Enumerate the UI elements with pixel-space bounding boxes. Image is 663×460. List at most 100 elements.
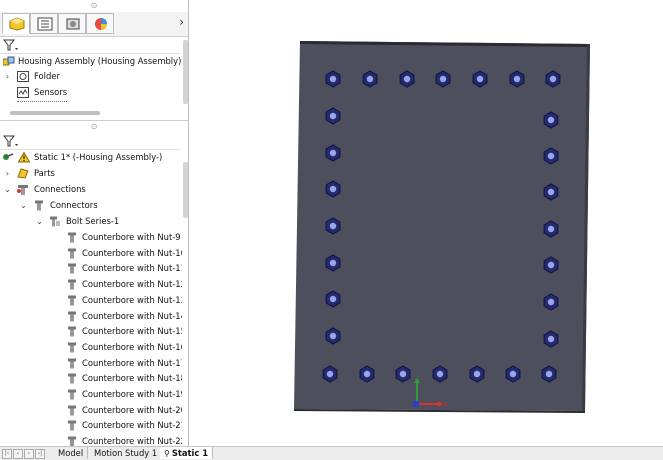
bolt-hole bbox=[549, 75, 557, 83]
bolt-hole bbox=[547, 188, 555, 196]
bolt-hole bbox=[329, 75, 337, 83]
tree-item-bolt[interactable]: Counterbore with Nut-22 bbox=[66, 434, 182, 446]
bolt-icon bbox=[68, 389, 76, 400]
bolt-icon bbox=[68, 342, 76, 353]
first-tab-button[interactable]: |‹ bbox=[2, 449, 12, 459]
tree-item-label: Counterbore with Nut-15 bbox=[82, 326, 182, 337]
bolt-series-icon bbox=[50, 216, 60, 227]
tree-item-label: Sensors bbox=[34, 87, 68, 97]
chevron-right-icon[interactable]: › bbox=[179, 15, 184, 29]
bolt-hole bbox=[329, 332, 337, 340]
tree-item-bolt[interactable]: Counterbore with Nut-14 bbox=[66, 309, 182, 324]
tree-item-parts[interactable]: › Parts bbox=[3, 166, 173, 181]
bolt-icon bbox=[68, 311, 76, 321]
tree-item-bolt[interactable]: Counterbore with Nut-11 bbox=[66, 261, 182, 276]
tree-item-label: Housing Assembly (Housing Assembly) <1 bbox=[18, 56, 189, 66]
tab-model[interactable]: Model bbox=[54, 447, 89, 459]
bolt-hole bbox=[547, 152, 555, 160]
feature-manager-icon bbox=[9, 17, 25, 31]
tree-item-bolt[interactable]: Counterbore with Nut-21 bbox=[66, 418, 182, 433]
feature-manager-tabs bbox=[0, 12, 188, 37]
assembly-tree-scrollbar[interactable] bbox=[183, 40, 188, 104]
tree-item-partial bbox=[17, 101, 77, 106]
tree-item-bolt[interactable]: Counterbore with Nut-16 bbox=[66, 340, 182, 355]
pane-splitter[interactable]: ⊙ bbox=[0, 120, 188, 131]
bolt-icon bbox=[68, 263, 76, 274]
tree-item-bolt[interactable]: Counterbore with Nut-15 bbox=[66, 324, 182, 339]
static-study-warning-icon bbox=[3, 152, 30, 163]
bolt-hole bbox=[363, 370, 371, 378]
y-axis-label: Y bbox=[414, 378, 420, 386]
bolt-icon bbox=[68, 279, 76, 290]
tab-configuration-manager[interactable] bbox=[58, 13, 86, 34]
expand-icon[interactable]: › bbox=[3, 166, 12, 181]
bolt-icon bbox=[68, 326, 76, 337]
simulation-tree-scrollbar[interactable] bbox=[183, 162, 188, 218]
tree-item-sensors[interactable]: Sensors bbox=[3, 85, 173, 100]
bolt-hole bbox=[513, 75, 521, 83]
tree-item-label: Counterbore with Nut-22 bbox=[82, 436, 182, 446]
tab-property-manager[interactable] bbox=[30, 13, 58, 34]
tree-item-label: Counterbore with Nut-10 bbox=[82, 247, 182, 258]
tree-item-bolt[interactable]: Counterbore with Nut-18 bbox=[66, 371, 182, 386]
tree-item-label: Counterbore with Nut-16 bbox=[82, 341, 182, 352]
collapse-icon[interactable]: ⌄ bbox=[35, 214, 44, 229]
assembly-tree-hscrollbar[interactable] bbox=[10, 111, 100, 115]
simulation-filter-row[interactable] bbox=[0, 133, 180, 150]
tree-item-connections[interactable]: ⌄ Connections bbox=[3, 182, 173, 197]
tree-item-bolt[interactable]: Counterbore with Nut-13 bbox=[66, 293, 182, 308]
bolt-hole bbox=[329, 149, 337, 157]
bolt-hole bbox=[329, 222, 337, 230]
bolt-icon bbox=[68, 232, 76, 243]
filter-icon[interactable] bbox=[3, 135, 19, 147]
pane-grip[interactable]: ⊙ bbox=[0, 1, 188, 10]
filter-row[interactable] bbox=[0, 37, 180, 54]
connectors-icon bbox=[35, 200, 43, 211]
bolt-hole bbox=[547, 116, 555, 124]
tab-static-1[interactable]: ⚲ Static 1 bbox=[160, 447, 214, 459]
collapse-icon[interactable]: ⌄ bbox=[19, 198, 28, 213]
bolt-icon bbox=[68, 358, 76, 369]
prev-tab-button[interactable]: ‹ bbox=[13, 449, 23, 459]
bolt-hole bbox=[545, 370, 553, 378]
bottom-tab-bar: |‹ ‹ › ›| Model Motion Study 1 ⚲ Static 1 bbox=[0, 446, 663, 460]
bolt-hole bbox=[403, 75, 411, 83]
next-tab-button[interactable]: › bbox=[24, 449, 34, 459]
tree-item-label: Counterbore with Nut-17 bbox=[82, 357, 182, 368]
filter-icon[interactable] bbox=[3, 39, 19, 51]
tab-feature-manager[interactable] bbox=[2, 13, 30, 34]
tree-item-label: Counterbore with Nut-13 bbox=[82, 294, 182, 305]
coordinate-triad: Y X bbox=[413, 378, 447, 409]
tree-item-bolt[interactable]: Counterbore with Nut-20 bbox=[66, 403, 182, 418]
parts-icon bbox=[17, 168, 29, 179]
tree-item-label: Parts bbox=[34, 168, 55, 178]
graphics-viewport[interactable]: Y X bbox=[189, 0, 663, 446]
history-folder-icon bbox=[17, 71, 29, 82]
bolt-hole bbox=[329, 295, 337, 303]
tree-item-static-study[interactable]: Static 1* (-Housing Assembly-) bbox=[0, 150, 180, 165]
tab-display-manager[interactable] bbox=[86, 13, 114, 34]
tree-item-bolt[interactable]: Counterbore with Nut-10 bbox=[66, 246, 182, 261]
tree-item-label: Static 1* (-Housing Assembly-) bbox=[34, 152, 163, 162]
tree-item-bolt[interactable]: Counterbore with Nut-12 bbox=[66, 277, 182, 292]
bolt-hole bbox=[366, 75, 374, 83]
tree-item-bolt-series[interactable]: ⌄ Bolt Series-1 bbox=[35, 214, 180, 229]
z-axis-marker bbox=[413, 401, 419, 407]
bolt-hole bbox=[329, 112, 337, 120]
bolt-hole bbox=[547, 335, 555, 343]
tree-item-bolt[interactable]: Counterbore with Nut-19 bbox=[66, 387, 182, 402]
bolt-icon bbox=[68, 405, 76, 416]
tree-item-folder[interactable]: › Folder bbox=[3, 69, 173, 84]
expand-icon[interactable]: › bbox=[3, 69, 12, 84]
tree-item-label: Folder bbox=[34, 71, 60, 81]
tree-item-bolt[interactable]: Counterbore with Nut-17 bbox=[66, 356, 182, 371]
bolt-hole bbox=[439, 75, 447, 83]
tree-item-connectors[interactable]: ⌄ Connectors bbox=[19, 198, 179, 213]
bolt-hole bbox=[509, 370, 517, 378]
bolt-hole bbox=[329, 185, 337, 193]
last-tab-button[interactable]: ›| bbox=[35, 449, 45, 459]
collapse-icon[interactable]: ⌄ bbox=[3, 182, 12, 197]
tab-motion-study-1[interactable]: Motion Study 1 bbox=[90, 447, 163, 459]
tree-item-housing-assembly[interactable]: Housing Assembly (Housing Assembly) <1 bbox=[0, 54, 188, 69]
tree-item-bolt[interactable]: Counterbore with Nut-9 bbox=[66, 230, 182, 245]
